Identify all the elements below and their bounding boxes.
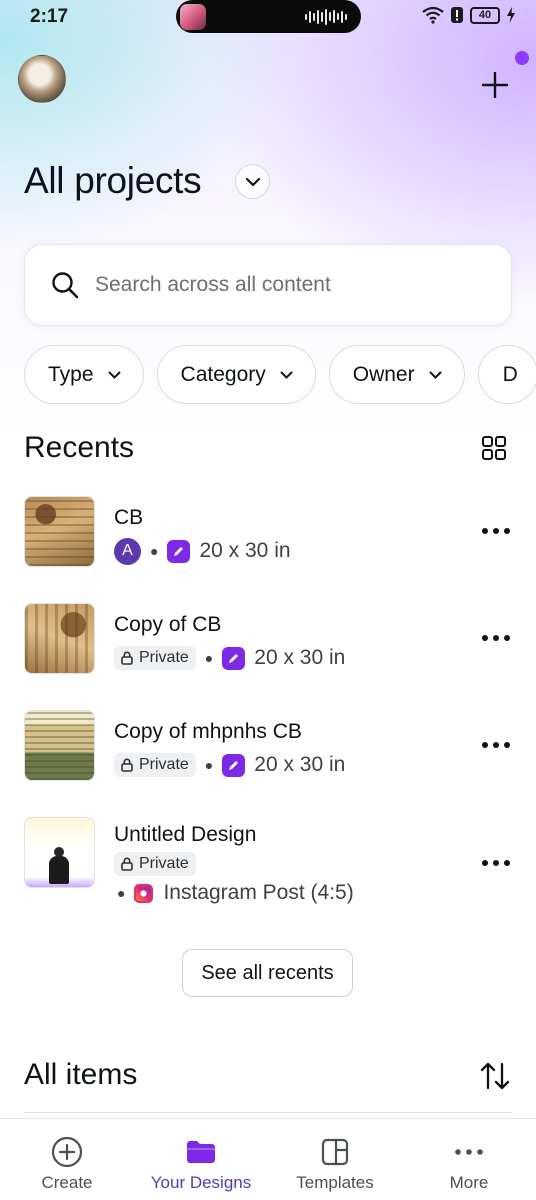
battery-icon: 40 [470,6,500,24]
custom-size-icon [167,539,191,563]
chevron-down-icon [108,371,121,379]
nav-label: Your Designs [150,1173,252,1192]
separator-dot: ● [150,543,159,559]
filter-label: Type [48,362,94,386]
divider [24,1112,512,1113]
sort-icon [480,1062,510,1090]
nav-your-designs[interactable]: Your Designs [134,1137,268,1200]
design-name: Copy of mhpnhs CB [114,720,302,743]
notification-dot [515,51,529,65]
grid-view-button[interactable] [481,435,507,461]
avatar[interactable] [18,55,66,103]
plus-circle-icon [51,1136,83,1168]
filter-category[interactable]: Category [156,345,316,404]
design-size: 20 x 30 in [254,753,346,776]
search-icon [52,272,79,299]
nav-label: Create [41,1173,93,1192]
more-options-button[interactable] [476,725,516,765]
custom-size-icon [222,753,246,777]
visibility-label: Private [139,756,189,773]
project-switcher-button[interactable] [235,164,270,199]
templates-icon [321,1137,349,1167]
audio-wave-icon [305,8,347,25]
design-thumbnail[interactable] [24,817,95,888]
media-thumbnail [180,3,206,30]
grid-icon [482,436,506,460]
recents-title: Recents [24,431,135,464]
nav-label: More [449,1173,489,1192]
design-thumbnail[interactable] [24,710,95,781]
visibility-label: Private [139,649,189,666]
more-dots-icon [454,1137,484,1167]
lock-icon [121,651,133,665]
filter-label: Owner [352,362,415,386]
dynamic-island[interactable] [176,0,361,33]
private-badge: Private [114,852,196,876]
private-badge: Private [114,646,196,670]
plus-icon [482,72,508,98]
see-all-recents-button[interactable]: See all recents [182,949,353,997]
design-name: CB [114,506,144,529]
page-title: All projects [24,160,202,201]
bottom-nav: Create Your Designs Templates More [0,1118,536,1200]
search-input[interactable] [95,273,475,297]
list-item[interactable]: Copy of CB Private ● 20 x 30 in [24,603,516,674]
more-options-button[interactable] [476,618,516,658]
alert-icon [451,7,463,23]
filter-owner[interactable]: Owner [328,345,465,404]
design-thumbnail[interactable] [24,603,95,674]
more-options-button[interactable] [476,843,516,883]
person-figure [49,847,69,884]
nav-create[interactable]: Create [0,1136,134,1200]
charging-icon [507,7,515,23]
more-dots-icon [482,528,510,534]
chevron-down-icon [280,371,293,379]
chevron-down-icon [245,177,260,186]
instagram-icon [134,883,154,903]
private-badge: Private [114,753,196,777]
filter-date[interactable]: D [477,345,536,404]
more-options-button[interactable] [476,511,516,551]
add-button[interactable] [474,64,516,106]
all-items-title: All items [24,1058,138,1091]
status-time: 2:17 [30,6,69,27]
search-bar[interactable] [24,244,512,326]
more-dots-icon [482,742,510,748]
wifi-icon [422,6,444,24]
list-item[interactable]: Copy of mhpnhs CB Private ● 20 x 30 in [24,710,516,781]
separator-dot: ● [204,757,214,773]
design-thumbnail[interactable] [24,496,95,567]
owner-avatar: A [114,537,141,565]
filter-chips: Type Category Owner D [24,345,536,404]
visibility-label: Private [139,855,189,872]
more-dots-icon [482,635,510,641]
design-size: 20 x 30 in [254,646,346,669]
sort-button[interactable] [479,1061,511,1091]
list-item[interactable]: CB A ● 20 x 30 in [24,496,516,567]
nav-label: Templates [296,1173,374,1192]
chevron-down-icon [429,371,442,379]
nav-more[interactable]: More [402,1137,536,1200]
filter-label: D [502,362,518,386]
filter-type[interactable]: Type [24,345,144,404]
design-name: Copy of CB [114,613,222,636]
folder-icon [185,1137,217,1167]
separator-dot: ● [204,650,214,666]
status-icons: 40 [422,6,516,24]
lock-icon [121,857,133,871]
lock-icon [121,758,133,772]
design-name: Untitled Design [114,823,257,846]
list-item[interactable]: Untitled Design Private ● Instagram Post… [24,817,516,907]
separator-dot: ● [117,885,126,901]
custom-size-icon [222,646,246,670]
nav-templates[interactable]: Templates [268,1137,402,1200]
more-dots-icon [482,860,510,866]
filter-label: Category [180,362,266,386]
design-size: Instagram Post (4:5) [163,881,354,904]
design-size: 20 x 30 in [199,539,291,562]
